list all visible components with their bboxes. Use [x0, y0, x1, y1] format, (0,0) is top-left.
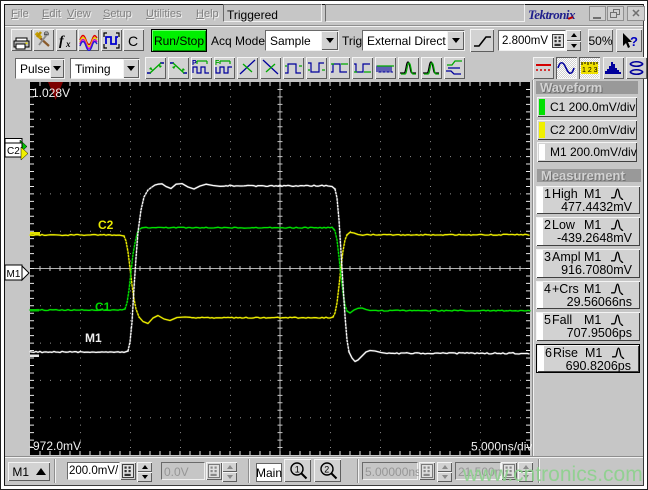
svg-text:C2: C2	[7, 146, 20, 157]
svg-text:f: f	[59, 34, 65, 49]
svg-text:2: 2	[324, 464, 329, 474]
svg-text:M1: M1	[85, 331, 102, 345]
svg-text:F: F	[215, 60, 220, 67]
svg-text:1.028V: 1.028V	[32, 86, 70, 100]
svg-text:-972.0mV: -972.0mV	[29, 439, 81, 453]
svg-text:P: P	[192, 60, 197, 67]
svg-text:1 2 3: 1 2 3	[582, 67, 598, 74]
svg-text:M1: M1	[7, 269, 21, 280]
svg-text:1: 1	[294, 464, 299, 474]
svg-text:5.000ns/div: 5.000ns/div	[471, 440, 532, 454]
svg-text:?: ?	[630, 34, 638, 49]
svg-text:C: C	[128, 33, 138, 49]
svg-text:C2: C2	[98, 218, 114, 232]
svg-text:C1: C1	[95, 300, 111, 314]
svg-text:x: x	[65, 39, 71, 49]
